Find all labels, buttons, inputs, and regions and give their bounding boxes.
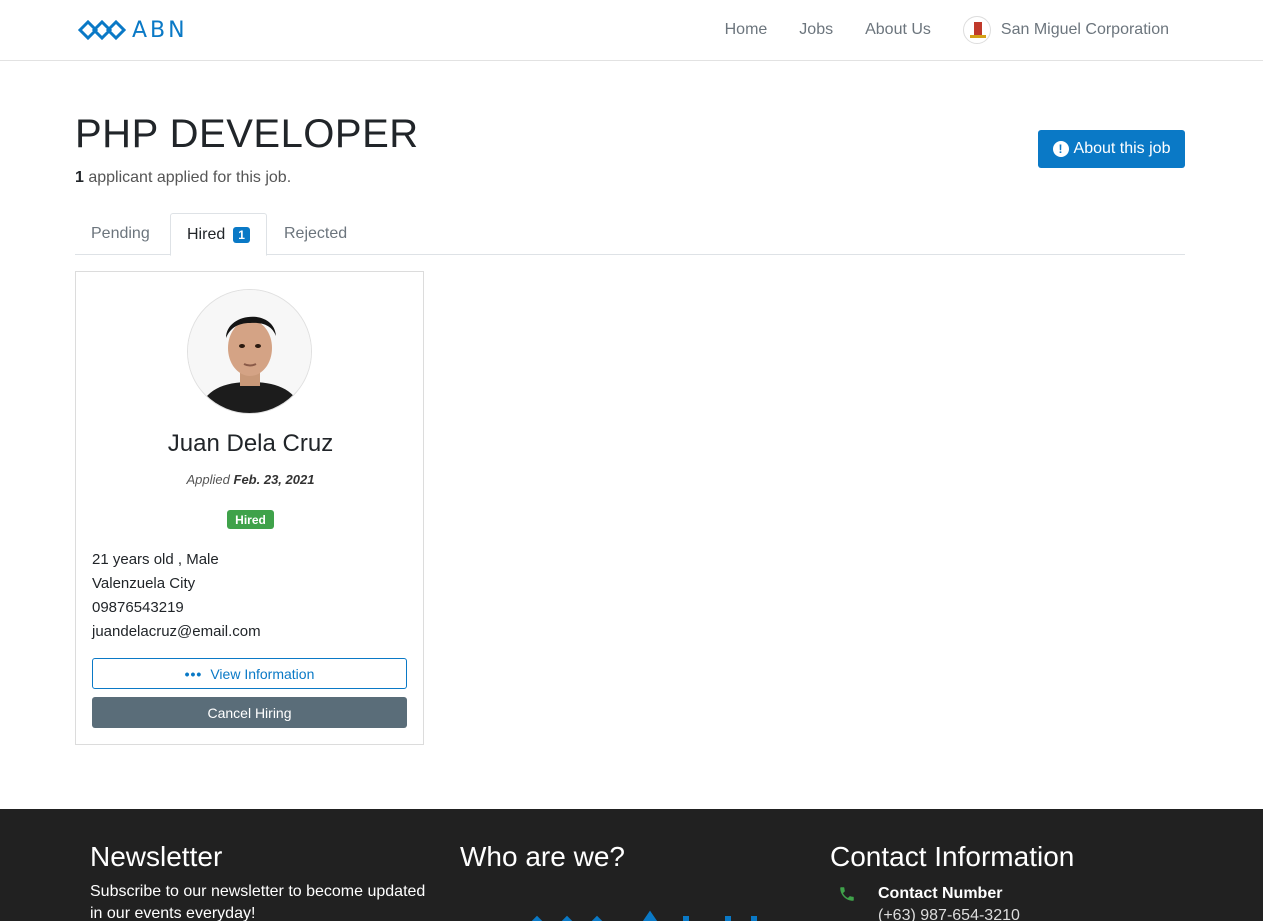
tab-pending-label: Pending bbox=[91, 225, 150, 242]
cancel-hiring-button[interactable]: Cancel Hiring bbox=[92, 697, 407, 728]
who-title: Who are we? bbox=[460, 841, 625, 872]
nav-links: Home Jobs About Us San Miguel Corporatio… bbox=[693, 0, 1169, 60]
nav-link-jobs[interactable]: Jobs bbox=[799, 21, 833, 39]
contact-number-row: Contact Number (+63) 987-654-3210 bbox=[830, 885, 1074, 921]
applicant-email: juandelacruz@email.com bbox=[92, 623, 261, 640]
company-menu[interactable]: San Miguel Corporation bbox=[962, 16, 1169, 44]
applied-date: Feb. 23, 2021 bbox=[233, 472, 315, 487]
applied-date-line: Applied Feb. 23, 2021 bbox=[76, 472, 425, 487]
contact-title: Contact Information bbox=[830, 841, 1075, 872]
applicant-name: Juan Dela Cruz bbox=[167, 430, 334, 457]
applicant-count-text: 1 applicant applied for this job. bbox=[75, 169, 291, 187]
company-logo-icon bbox=[962, 16, 991, 44]
about-job-button[interactable]: ! About this job bbox=[1038, 130, 1185, 168]
status-badge: Hired bbox=[227, 510, 274, 529]
applicant-card: Juan Dela Cruz Applied Feb. 23, 2021 Hir… bbox=[75, 271, 424, 745]
brand-name: ABN bbox=[132, 17, 188, 43]
footer-who: Who are we? bbox=[460, 841, 625, 873]
applicant-age-sex: 21 years old , Male bbox=[92, 551, 219, 568]
contact-number-value: (+63) 987-654-3210 bbox=[878, 907, 1020, 921]
applicant-info: 21 years old , Male Valenzuela City 0987… bbox=[92, 548, 261, 644]
user-photo bbox=[187, 289, 312, 414]
nav-link-about-us[interactable]: About Us bbox=[865, 21, 931, 39]
exclamation-circle-icon: ! bbox=[1052, 141, 1069, 157]
ellipsis-icon: ••• bbox=[184, 665, 203, 682]
applicant-tabs: Pending Hired 1 Rejected bbox=[75, 213, 1185, 256]
tab-pending[interactable]: Pending bbox=[75, 213, 166, 255]
page-title: PHP DEVELOPER bbox=[75, 112, 419, 156]
tab-rejected-label: Rejected bbox=[284, 225, 348, 242]
contact-number-label: Contact Number bbox=[878, 885, 1003, 902]
brand-logo[interactable]: ABN bbox=[78, 17, 188, 43]
applicant-phone: 09876543219 bbox=[92, 599, 184, 616]
phone-icon bbox=[838, 885, 858, 908]
applied-label: Applied bbox=[186, 472, 230, 487]
applicant-count: 1 bbox=[75, 169, 84, 186]
footer: Newsletter Subscribe to our newsletter t… bbox=[0, 809, 1263, 921]
abn-logo-icon bbox=[531, 910, 757, 921]
top-navbar: ABN Home Jobs About Us San Miguel Corpor… bbox=[0, 0, 1263, 61]
footer-contact: Contact Information Contact Number (+63)… bbox=[830, 841, 1074, 921]
newsletter-text: Subscribe to our newsletter to become up… bbox=[90, 883, 426, 921]
applicant-city: Valenzuela City bbox=[92, 575, 196, 592]
company-name: San Miguel Corporation bbox=[1000, 21, 1169, 38]
about-job-label: About this job bbox=[1073, 140, 1171, 157]
view-information-label: View Information bbox=[210, 665, 315, 682]
abn-logo-icon bbox=[78, 19, 126, 41]
view-information-button[interactable]: ••• View Information bbox=[92, 658, 407, 689]
applicant-count-label: applicant applied for this job. bbox=[83, 169, 292, 186]
nav-link-home[interactable]: Home bbox=[725, 21, 768, 39]
footer-newsletter: Newsletter Subscribe to our newsletter t… bbox=[90, 841, 440, 921]
tab-rejected[interactable]: Rejected bbox=[268, 213, 363, 255]
hired-count-badge: 1 bbox=[233, 226, 250, 243]
tab-hired[interactable]: Hired 1 bbox=[170, 213, 267, 256]
newsletter-title: Newsletter bbox=[90, 841, 223, 872]
tab-hired-label: Hired bbox=[187, 225, 226, 243]
